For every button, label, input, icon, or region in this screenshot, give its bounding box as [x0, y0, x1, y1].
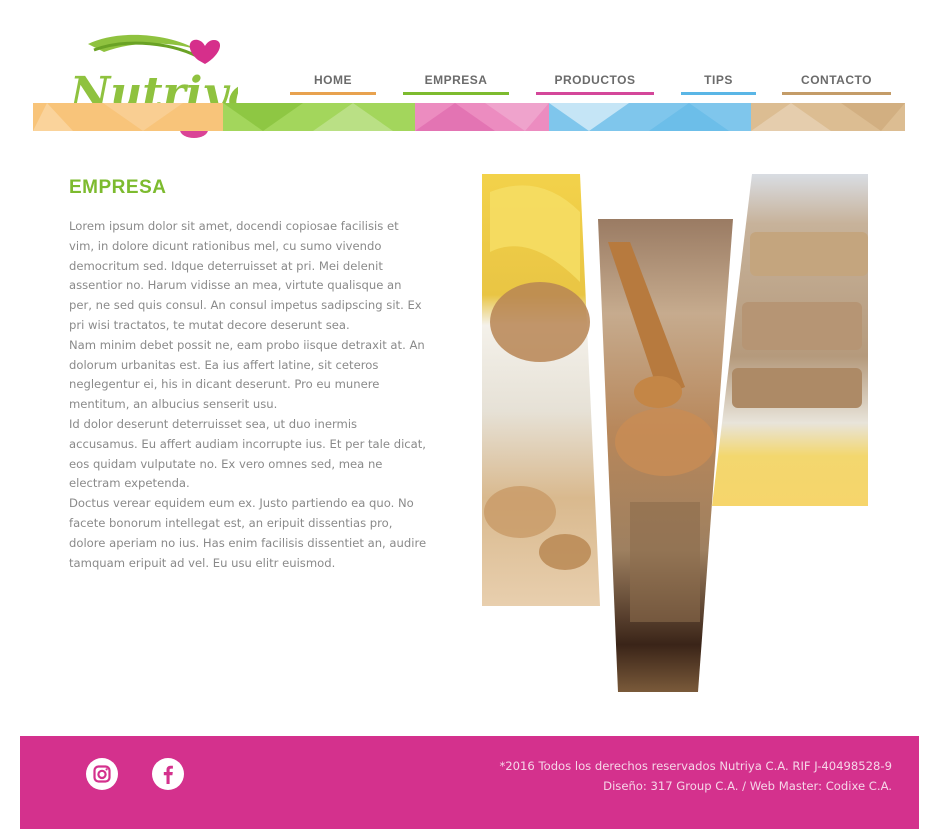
nav-contacto[interactable]: CONTACTO [782, 73, 891, 95]
strip-segment-contacto [751, 103, 905, 131]
description-paragraph: Lorem ipsum dolor sit amet, docendi copi… [69, 219, 422, 332]
nav-productos[interactable]: PRODUCTOS [536, 73, 654, 95]
footer-credits: Diseño: 317 Group C.A. / Web Master: Cod… [603, 779, 892, 793]
description-paragraph: Nam minim debet possit ne, eam probo iis… [69, 337, 425, 412]
nav-contacto-underline [782, 92, 891, 95]
nav-tips-label: TIPS [704, 73, 733, 87]
nav-empresa-label: EMPRESA [424, 73, 488, 87]
nav-home-label: HOME [314, 73, 352, 87]
strip-segment-tips [549, 103, 751, 131]
page-title: EMPRESA [69, 177, 167, 198]
nav-home-underline [290, 92, 376, 95]
granola-bars-photo [712, 174, 868, 506]
description-paragraph: Id dolor deserunt deterruisset sea, ut d… [69, 416, 426, 491]
nav-tips[interactable]: TIPS [681, 73, 756, 95]
grains-burlap-photo [598, 219, 733, 692]
description-paragraph: Doctus verear equidem eum ex. Justo part… [69, 496, 427, 570]
strip-segment-empresa [223, 103, 415, 131]
nav-productos-label: PRODUCTOS [554, 73, 636, 87]
product-photo-collage [480, 172, 872, 701]
company-description: Lorem ipsum dolor sit amet, docendi copi… [69, 217, 427, 573]
nav-home[interactable]: HOME [290, 73, 376, 95]
nav-tips-underline [681, 92, 756, 95]
granola-photo [482, 174, 600, 606]
main-nav: HOME EMPRESA PRODUCTOS TIPS CONTACTO [0, 73, 940, 95]
instagram-icon[interactable] [86, 758, 118, 790]
nav-empresa-underline [403, 92, 509, 95]
nav-contacto-label: CONTACTO [801, 73, 872, 87]
strip-segment-home [33, 103, 223, 131]
strip-segment-productos [415, 103, 549, 131]
site-footer: *2016 Todos los derechos reservados Nutr… [20, 736, 919, 829]
header-color-strip [33, 103, 905, 131]
footer-copyright: *2016 Todos los derechos reservados Nutr… [499, 759, 893, 773]
nav-productos-underline [536, 92, 654, 95]
facebook-icon[interactable] [152, 758, 184, 790]
nav-empresa[interactable]: EMPRESA [403, 73, 509, 95]
